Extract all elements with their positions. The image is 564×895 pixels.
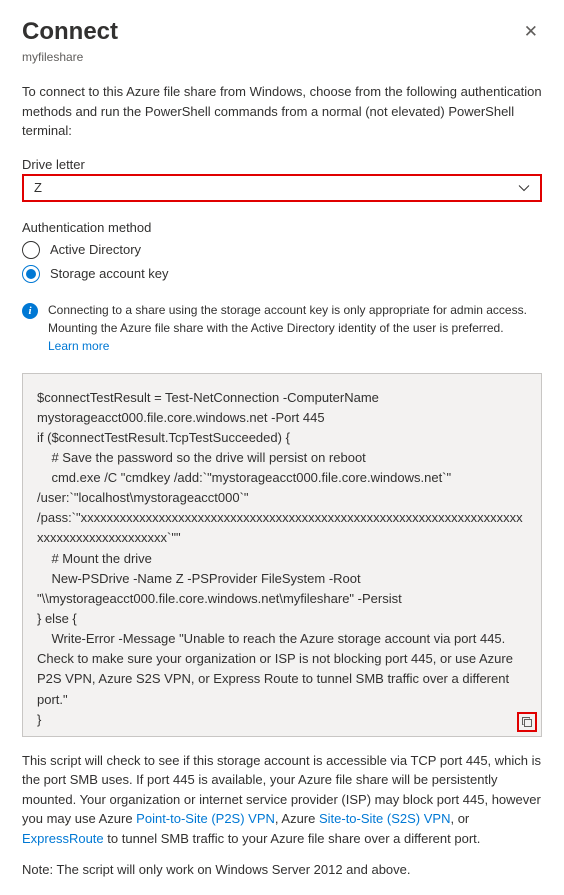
footer-m1: , Azure (275, 811, 319, 826)
p2s-vpn-link[interactable]: Point-to-Site (P2S) VPN (136, 811, 275, 826)
radio-active-directory[interactable] (22, 241, 40, 259)
footer-m2: , or (450, 811, 469, 826)
info-text: Connecting to a share using the storage … (48, 301, 542, 355)
radio-active-directory-label: Active Directory (50, 242, 141, 257)
radio-storage-account-key-label: Storage account key (50, 266, 169, 281)
intro-text: To connect to this Azure file share from… (22, 82, 542, 141)
footer-post: to tunnel SMB traffic to your Azure file… (104, 831, 481, 846)
panel-subtitle: myfileshare (22, 50, 542, 64)
footer-text: This script will check to see if this st… (22, 751, 542, 849)
radio-storage-account-key[interactable] (22, 265, 40, 283)
script-code-text: $connectTestResult = Test-NetConnection … (37, 390, 523, 727)
note-text: Note: The script will only work on Windo… (22, 862, 542, 877)
chevron-down-icon (518, 184, 530, 192)
auth-method-label: Authentication method (22, 220, 542, 235)
copy-icon (521, 716, 533, 728)
drive-letter-dropdown[interactable]: Z (22, 174, 542, 202)
learn-more-link[interactable]: Learn more (48, 339, 109, 353)
info-icon: i (22, 303, 38, 319)
drive-letter-value: Z (34, 180, 42, 195)
script-code-block: $connectTestResult = Test-NetConnection … (22, 373, 542, 737)
close-icon[interactable]: ✕ (520, 18, 542, 46)
expressroute-link[interactable]: ExpressRoute (22, 831, 104, 846)
panel-title: Connect (22, 18, 118, 46)
copy-button[interactable] (517, 712, 537, 732)
drive-letter-label: Drive letter (22, 157, 542, 172)
info-body: Connecting to a share using the storage … (48, 303, 527, 335)
s2s-vpn-link[interactable]: Site-to-Site (S2S) VPN (319, 811, 451, 826)
